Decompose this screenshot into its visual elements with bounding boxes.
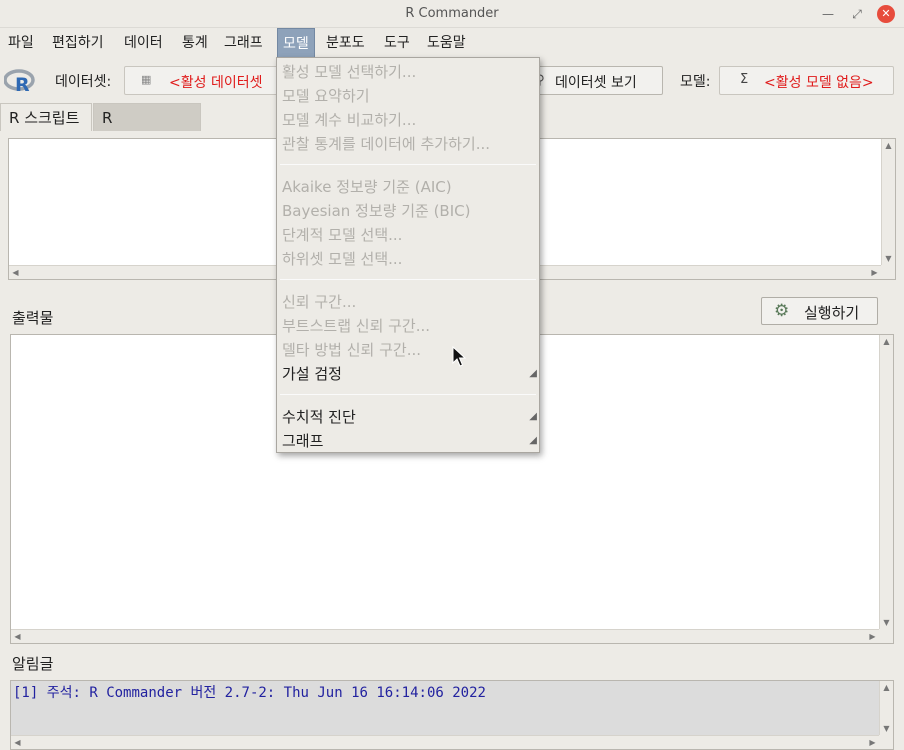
scroll-right-icon[interactable]: ▶ [866, 630, 879, 643]
menu-edit[interactable]: 편집하기 [47, 28, 109, 58]
title-bar: R Commander — ⤢ ✕ [0, 0, 904, 28]
menu-item-summarize-model: 모델 요약하기 [282, 87, 370, 105]
submenu-arrow-icon: ◢ [529, 435, 537, 446]
table-icon: ▦ [141, 73, 152, 86]
scroll-left-icon[interactable]: ◀ [11, 736, 24, 749]
scroll-corner [879, 629, 893, 643]
menu-item-add-observation-stats: 관찰 통계를 데이터에 추가하기... [282, 135, 491, 153]
maximize-icon[interactable]: ⤢ [848, 5, 866, 23]
view-dataset-label: 데이터셋 보기 [555, 75, 637, 91]
menu-item-aic: Akaike 정보량 기준 (AIC) [282, 178, 452, 196]
message-line: [1] 주석: R Commander 버전 2.7-2: Thu Jun 16… [13, 685, 486, 701]
models-dropdown-menu: 활성 모델 선택하기... 모델 요약하기 모델 계수 비교하기... 관찰 통… [276, 57, 540, 453]
menu-help[interactable]: 도움말 [422, 28, 471, 58]
menu-separator [280, 164, 536, 165]
run-button[interactable]: ⚙ 실행하기 [761, 297, 878, 325]
tab-r-markdown[interactable]: R Markdown [93, 103, 201, 155]
menu-separator [280, 394, 536, 395]
script-vscroll[interactable]: ▲ ▼ [881, 139, 895, 265]
run-button-label: 실행하기 [804, 304, 860, 322]
output-label: 출력물 [12, 309, 54, 327]
active-model-value: <활성 모델 없음> [764, 75, 874, 91]
menu-item-graphs[interactable]: 그래프 [282, 430, 323, 452]
scroll-up-icon[interactable]: ▲ [882, 139, 895, 152]
menu-bar: 파일 편집하기 데이터 통계 그래프 모델 분포도 도구 도움말 [0, 28, 904, 58]
submenu-arrow-icon: ◢ [529, 411, 537, 422]
scroll-right-icon[interactable]: ▶ [866, 736, 879, 749]
scroll-down-icon[interactable]: ▼ [882, 252, 895, 265]
menu-data[interactable]: 데이터 [119, 28, 168, 58]
menu-item-compare-coefficients: 모델 계수 비교하기... [282, 111, 417, 129]
submenu-arrow-icon: ◢ [529, 368, 537, 379]
scroll-corner [879, 735, 893, 749]
scroll-up-icon[interactable]: ▲ [880, 681, 893, 694]
output-hscroll[interactable]: ◀ ▶ [11, 629, 879, 643]
menu-item-hypothesis-tests[interactable]: 가설 검정 [282, 363, 342, 385]
menu-separator [280, 279, 536, 280]
model-label: 모델: [680, 74, 711, 90]
menu-tools[interactable]: 도구 [379, 28, 415, 58]
menu-item-numerical-diagnostics[interactable]: 수치적 진단 [282, 406, 356, 428]
window-title: R Commander [405, 6, 499, 21]
mouse-cursor-icon [452, 346, 466, 367]
svg-text:R: R [15, 74, 30, 94]
menu-item-stepwise-selection: 단계적 모델 선택... [282, 226, 403, 244]
menu-item-bootstrap-ci: 부트스트랩 신뢰 구간... [282, 317, 431, 335]
scroll-left-icon[interactable]: ◀ [11, 630, 24, 643]
active-dataset-value: <활성 데이터셋 [169, 75, 263, 91]
scroll-up-icon[interactable]: ▲ [880, 335, 893, 348]
scroll-left-icon[interactable]: ◀ [9, 266, 22, 279]
menu-file[interactable]: 파일 [3, 28, 39, 58]
messages-label: 알림글 [12, 655, 54, 673]
menu-models[interactable]: 모델 [277, 28, 315, 58]
menu-distributions[interactable]: 분포도 [321, 28, 370, 58]
sigma-icon: Σ [740, 72, 749, 87]
menu-statistics[interactable]: 통계 [177, 28, 213, 58]
active-dataset-button[interactable]: ▦ <활성 데이터셋 [124, 66, 284, 95]
r-logo-icon: R [4, 69, 35, 94]
menu-item-bic: Bayesian 정보량 기준 (BIC) [282, 202, 471, 220]
close-icon[interactable]: ✕ [877, 5, 895, 23]
messages-hscroll[interactable]: ◀ ▶ [11, 735, 879, 749]
view-dataset-button[interactable]: ⚲ 데이터셋 보기 [524, 66, 663, 95]
active-model-button[interactable]: Σ <활성 모델 없음> [719, 66, 894, 95]
menu-item-delta-method-ci: 델타 방법 신뢰 구간... [282, 341, 422, 359]
menu-item-confidence-intervals: 신뢰 구간... [282, 293, 357, 311]
minimize-icon[interactable]: — [819, 5, 837, 23]
gear-run-icon: ⚙ [774, 301, 790, 321]
output-vscroll[interactable]: ▲ ▼ [879, 335, 893, 629]
menu-item-subset-selection: 하위셋 모델 선택... [282, 250, 403, 268]
messages-vscroll[interactable]: ▲ ▼ [879, 681, 893, 735]
scroll-corner [881, 265, 895, 279]
dataset-label: 데이터셋: [55, 74, 112, 90]
menu-graphs[interactable]: 그래프 [219, 28, 268, 58]
tab-r-script[interactable]: R 스크립트 [0, 103, 92, 131]
scroll-right-icon[interactable]: ▶ [868, 266, 881, 279]
messages-pane[interactable]: [1] 주석: R Commander 버전 2.7-2: Thu Jun 16… [10, 680, 894, 750]
scroll-down-icon[interactable]: ▼ [880, 616, 893, 629]
scroll-down-icon[interactable]: ▼ [880, 722, 893, 735]
menu-item-select-active-model: 활성 모델 선택하기... [282, 63, 417, 81]
